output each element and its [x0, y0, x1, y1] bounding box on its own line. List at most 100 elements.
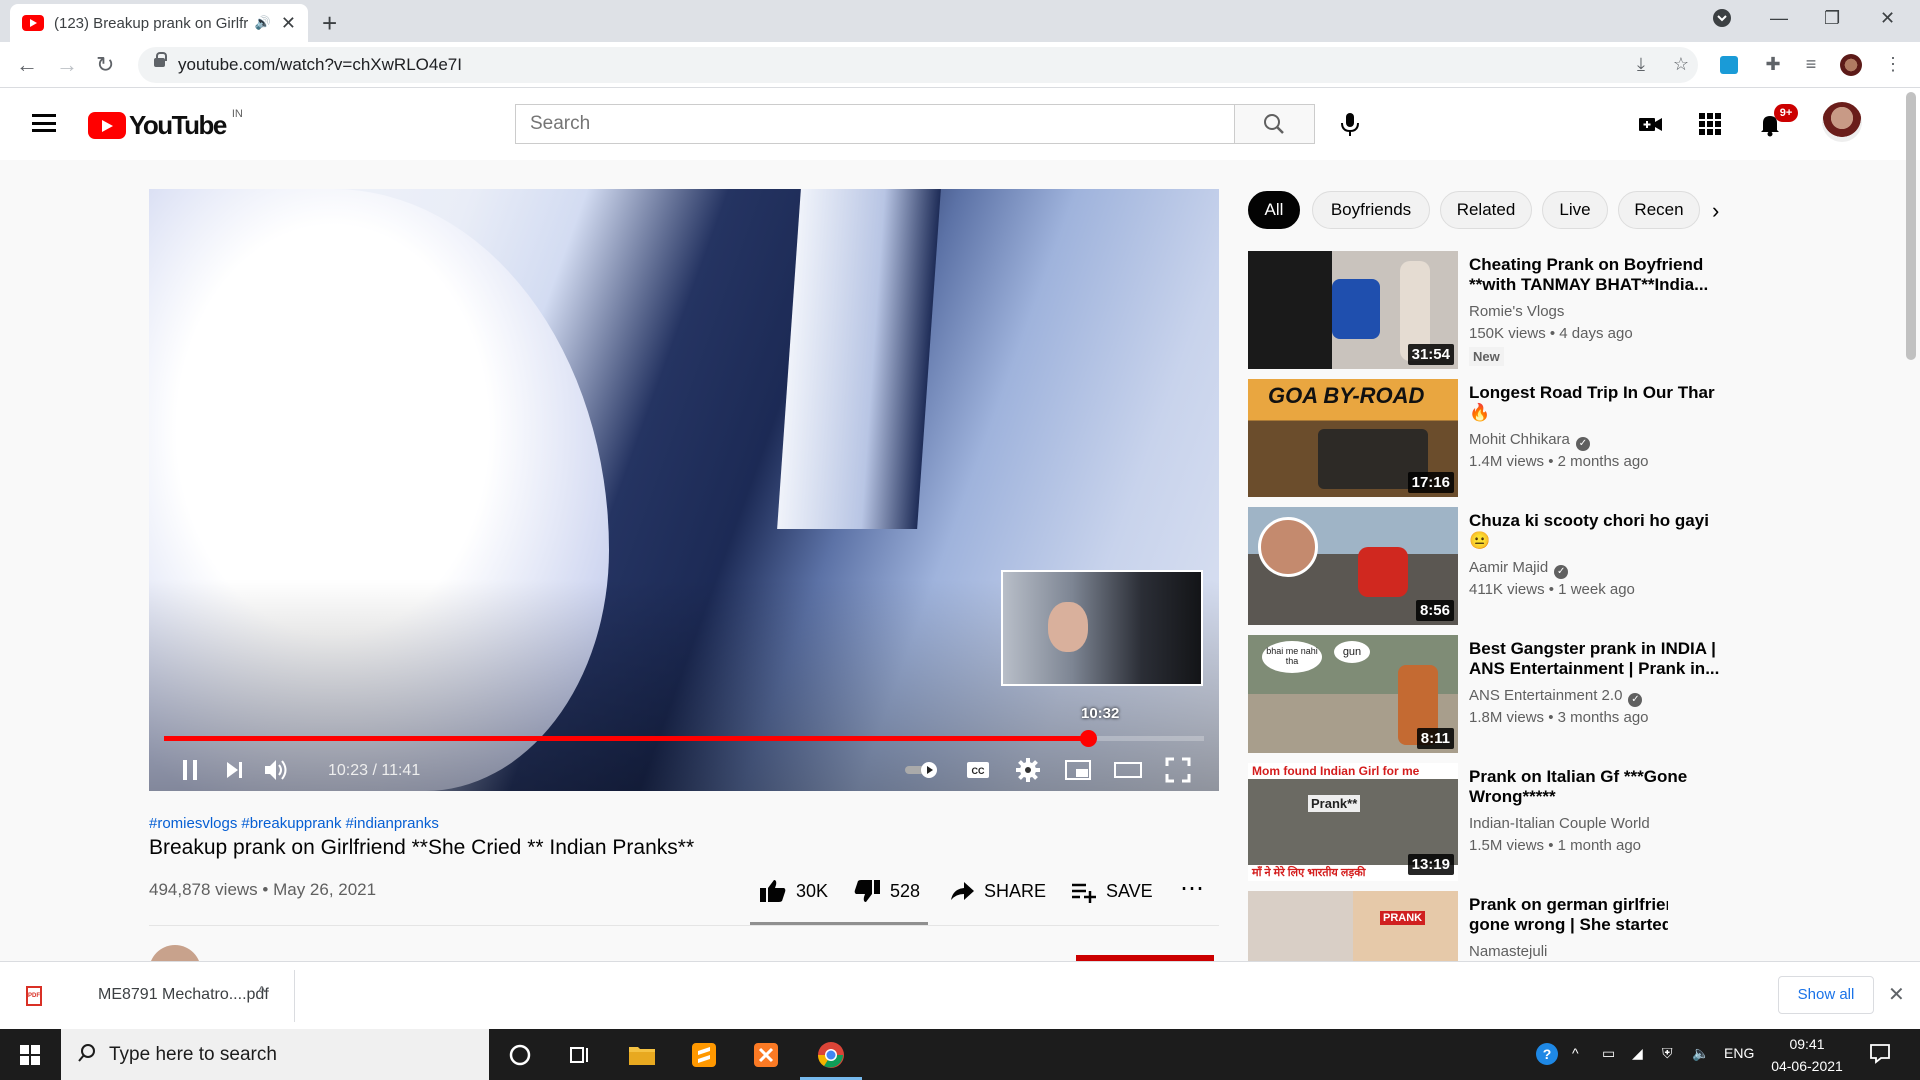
search-box[interactable] — [515, 104, 1235, 144]
chip-recent[interactable]: Recen — [1618, 191, 1700, 229]
rec-channel[interactable]: Mohit Chhikara ✓ — [1469, 431, 1590, 451]
pause-icon[interactable] — [175, 755, 205, 785]
share-button[interactable]: SHARE — [948, 878, 1046, 904]
autoplay-toggle[interactable] — [903, 755, 943, 785]
more-actions-icon[interactable]: ⋯ — [1180, 874, 1204, 903]
close-window-icon[interactable]: ✕ — [1880, 8, 1895, 29]
save-button[interactable]: SAVE — [1070, 878, 1153, 904]
show-hidden-icons-icon[interactable]: ^ — [1572, 1045, 1579, 1061]
browser-tab[interactable]: (123) Breakup prank on Girlfriend **She … — [10, 4, 308, 42]
video-player[interactable]: 10:32 10:23 / 11:41 CC — [149, 189, 1219, 791]
rec-channel[interactable]: Aamir Majid ✓ — [1469, 559, 1569, 579]
install-app-icon[interactable]: ⤓ — [1630, 54, 1652, 76]
search-input[interactable] — [516, 105, 1234, 143]
recommended-video[interactable]: GOA BY-ROAD 17:16 Longest Road Trip In O… — [1248, 379, 1715, 499]
forward-icon[interactable]: → — [56, 52, 78, 78]
sublime-text-icon[interactable] — [688, 1039, 720, 1071]
scrubber-handle[interactable] — [1079, 730, 1097, 747]
recommended-video[interactable]: bhai me nahi tha gun 8:11 Best Gangster … — [1248, 635, 1719, 755]
media-control-icon[interactable]: ≡ — [1800, 54, 1822, 76]
chrome-taskbar-icon[interactable] — [815, 1039, 847, 1071]
chip-related[interactable]: Related — [1440, 191, 1532, 229]
hashtag-link[interactable]: #romiesvlogs — [149, 815, 237, 832]
video-thumbnail[interactable]: GOA BY-ROAD 17:16 — [1248, 379, 1458, 497]
rec-title[interactable]: Prank on german girlfriend ** gone wrong… — [1469, 895, 1668, 935]
volume-icon[interactable]: 🔈 — [1692, 1045, 1709, 1062]
create-video-icon[interactable] — [1636, 110, 1664, 138]
back-icon[interactable]: ← — [16, 52, 38, 78]
rec-channel[interactable]: Namastejuli — [1469, 943, 1547, 960]
settings-gear-icon[interactable] — [1013, 755, 1043, 785]
fullscreen-icon[interactable] — [1163, 755, 1193, 785]
captions-icon[interactable]: CC — [963, 755, 993, 785]
maximize-icon[interactable]: ❐ — [1824, 8, 1840, 29]
microphone-icon[interactable] — [1334, 108, 1366, 140]
new-tab-button[interactable]: + — [322, 8, 337, 39]
download-file-name[interactable]: ME8791 Mechatro....pdf — [98, 986, 269, 1004]
rec-title[interactable]: Best Gangster prank in INDIA | ANS Enter… — [1469, 639, 1729, 679]
volume-icon[interactable] — [261, 755, 291, 785]
notification-center-icon[interactable] — [1868, 1041, 1892, 1065]
next-video-icon[interactable] — [219, 755, 249, 785]
theater-mode-icon[interactable] — [1113, 755, 1143, 785]
lock-icon[interactable] — [154, 52, 167, 67]
rec-title[interactable]: Cheating Prank on Boyfriend **with TANMA… — [1469, 255, 1729, 295]
search-button[interactable] — [1235, 104, 1315, 144]
security-icon[interactable]: ⛨ — [1662, 1045, 1673, 1062]
youtube-logo[interactable]: YouTube IN — [88, 108, 243, 141]
miniplayer-icon[interactable] — [1063, 755, 1093, 785]
cortana-icon[interactable] — [504, 1039, 536, 1071]
reload-icon[interactable]: ↻ — [96, 52, 114, 78]
hashtag-link[interactable]: #breakupprank — [241, 815, 341, 832]
rec-channel[interactable]: Indian-Italian Couple World — [1469, 815, 1650, 832]
video-thumbnail[interactable]: PRANK — [1248, 891, 1458, 961]
like-button[interactable]: 30K — [758, 878, 828, 904]
video-thumbnail[interactable]: Mom found Indian Girl for me Prank** माँ… — [1248, 763, 1458, 881]
apps-grid-icon[interactable] — [1696, 110, 1724, 138]
chip-boyfriends[interactable]: Boyfriends — [1312, 191, 1430, 229]
recommended-video[interactable]: 31:54 Cheating Prank on Boyfriend **with… — [1248, 251, 1708, 371]
extension-icon[interactable] — [1720, 56, 1738, 74]
progress-bar[interactable] — [164, 730, 1204, 747]
recommended-video[interactable]: PRANK Prank on german girlfriend ** gone… — [1248, 891, 1668, 961]
rec-channel[interactable]: ANS Entertainment 2.0 ✓ — [1469, 687, 1643, 707]
page-scrollbar[interactable] — [1906, 92, 1916, 360]
address-bar[interactable]: youtube.com/watch?v=chXwRLO4e7I — [138, 47, 1698, 83]
hashtag-link[interactable]: #indianpranks — [345, 815, 438, 832]
taskbar-search-box[interactable]: Type here to search — [61, 1029, 489, 1080]
xampp-icon[interactable] — [750, 1039, 782, 1071]
wifi-icon[interactable]: ◢ — [1632, 1045, 1643, 1062]
battery-icon[interactable]: ▭ — [1602, 1045, 1615, 1062]
chip-live[interactable]: Live — [1542, 191, 1608, 229]
video-thumbnail[interactable]: 8:56 — [1248, 507, 1458, 625]
close-tab-icon[interactable]: ✕ — [281, 13, 296, 34]
extensions-puzzle-icon[interactable]: ✚ — [1762, 54, 1784, 76]
video-thumbnail[interactable]: 31:54 — [1248, 251, 1458, 369]
task-view-icon[interactable] — [564, 1039, 596, 1071]
user-avatar[interactable] — [1822, 102, 1862, 142]
rec-channel[interactable]: Romie's Vlogs — [1469, 303, 1564, 320]
recommended-video[interactable]: 8:56 Chuza ki scooty chori ho gayi 😐 Aam… — [1248, 507, 1709, 627]
profile-avatar-icon[interactable] — [1840, 54, 1862, 76]
chevron-right-icon[interactable]: › — [1712, 198, 1719, 224]
close-icon[interactable]: ✕ — [1888, 982, 1905, 1007]
show-all-button[interactable]: Show all — [1778, 976, 1874, 1014]
chip-all[interactable]: All — [1248, 191, 1300, 229]
chrome-menu-icon[interactable]: ⋮ — [1882, 54, 1904, 76]
recommended-video[interactable]: Mom found Indian Girl for me Prank** माँ… — [1248, 763, 1687, 883]
menu-icon[interactable] — [32, 114, 56, 132]
audio-playing-icon[interactable]: 🔊 — [255, 15, 271, 31]
windows-start-icon[interactable] — [20, 1045, 40, 1065]
bookmark-star-icon[interactable]: ☆ — [1670, 54, 1692, 76]
system-clock[interactable]: 09:41 04-06-2021 — [1762, 1033, 1852, 1077]
rec-title[interactable]: Chuza ki scooty chori ho gayi 😐 — [1469, 511, 1729, 551]
language-indicator[interactable]: ENG — [1724, 1045, 1754, 1061]
dislike-button[interactable]: 528 — [852, 878, 920, 904]
video-thumbnail[interactable]: bhai me nahi tha gun 8:11 — [1248, 635, 1458, 753]
rec-title[interactable]: Prank on Italian Gf ***Gone Wrong***** — [1469, 767, 1729, 807]
help-icon[interactable]: ? — [1534, 1041, 1560, 1067]
tab-search-icon[interactable] — [1712, 8, 1732, 28]
minimize-icon[interactable]: — — [1770, 8, 1788, 29]
chevron-up-icon[interactable]: ^ — [258, 984, 266, 1002]
rec-title[interactable]: Longest Road Trip In Our Thar 🔥 — [1469, 383, 1729, 423]
